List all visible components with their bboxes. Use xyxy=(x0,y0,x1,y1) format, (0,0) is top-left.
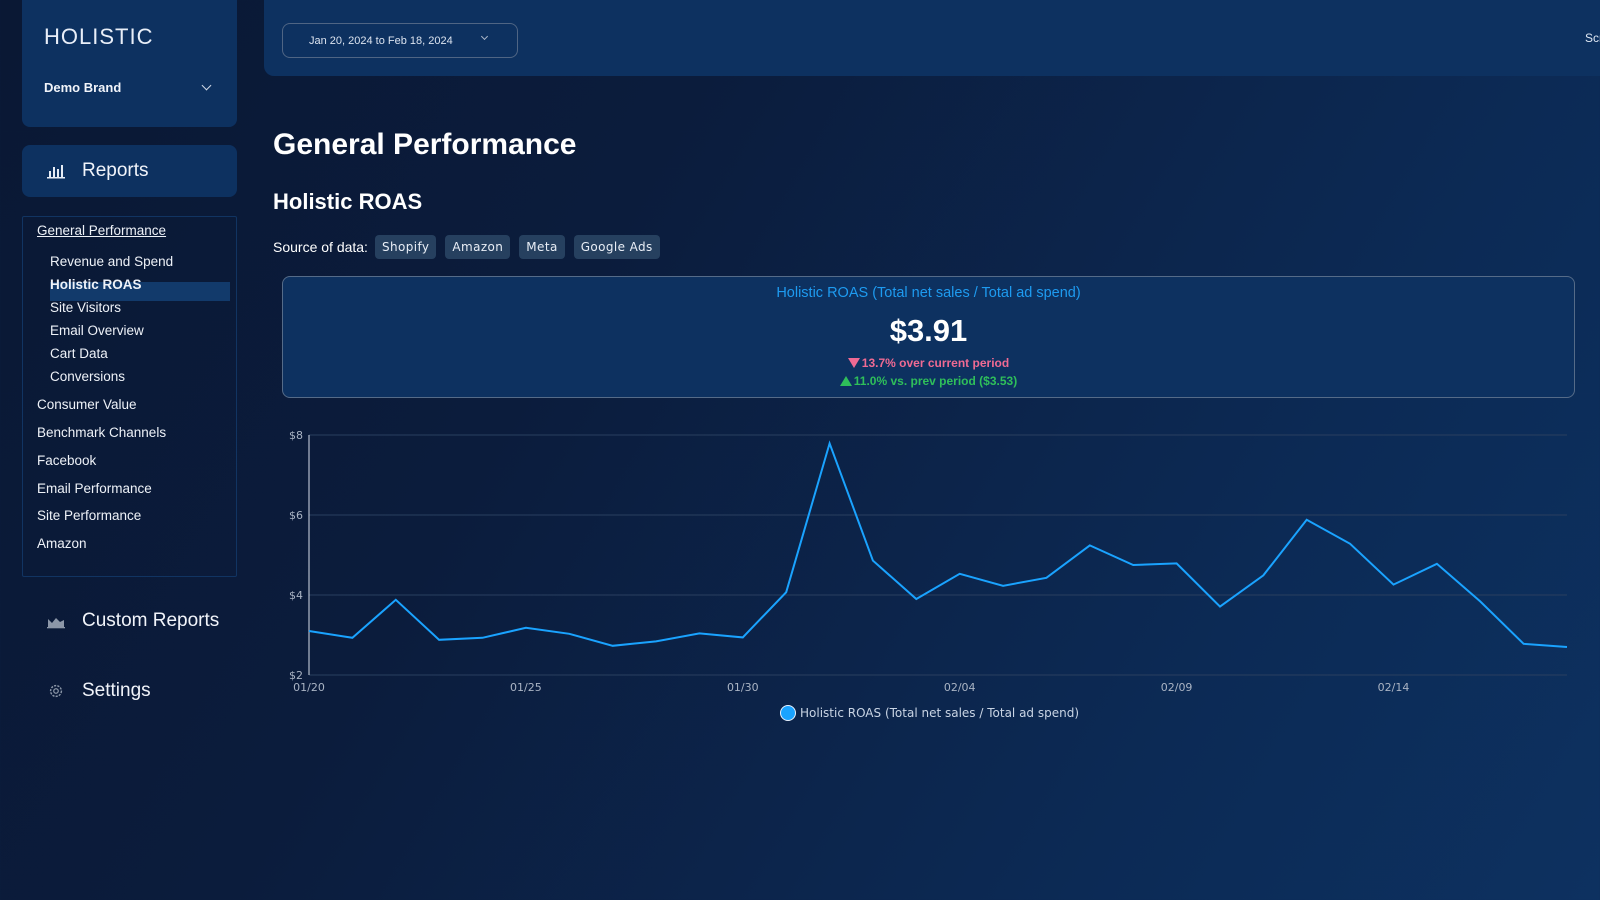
kpi-title: Holistic ROAS (Total net sales / Total a… xyxy=(776,285,1081,301)
y-tick-label: $6 xyxy=(289,509,303,522)
data-point xyxy=(1304,517,1310,523)
reports-subnav: General Performance Revenue and Spend Ho… xyxy=(22,216,237,577)
data-point xyxy=(480,635,486,641)
data-point xyxy=(349,635,355,641)
date-range-picker[interactable]: Jan 20, 2024 to Feb 18, 2024 xyxy=(282,23,518,58)
kpi-delta-current: 13.7% over current period xyxy=(283,356,1574,370)
subnav-site-performance[interactable]: Site Performance xyxy=(37,508,141,523)
date-range-label: Jan 20, 2024 to Feb 18, 2024 xyxy=(309,34,453,47)
data-point xyxy=(870,558,876,564)
brand-selector[interactable]: Demo Brand xyxy=(44,76,214,98)
subnav-email-performance[interactable]: Email Performance xyxy=(37,481,152,496)
data-point xyxy=(306,628,312,634)
data-point xyxy=(913,596,919,602)
x-tick-label: 01/30 xyxy=(727,681,759,694)
roas-line-chart: $2 $4 $6 $8 01/20 01/25 01/30 02/04 02/09 02/14 xyxy=(289,429,1570,694)
data-point xyxy=(1260,572,1266,578)
subnav-site-visitors[interactable]: Site Visitors xyxy=(50,300,121,315)
brand-logo: HOLISTIC xyxy=(44,24,154,49)
subnav-consumer-value[interactable]: Consumer Value xyxy=(37,397,137,412)
source-chip-shopify[interactable]: Shopify xyxy=(374,235,437,259)
subnav-benchmark-channels[interactable]: Benchmark Channels xyxy=(37,425,166,440)
triangle-up-icon xyxy=(839,376,852,386)
chevron-down-icon xyxy=(480,32,489,41)
data-point xyxy=(1434,561,1440,567)
top-header: Jan 20, 2024 to Feb 18, 2024 Scr xyxy=(264,0,1600,76)
subnav-holistic-roas[interactable]: Holistic ROAS xyxy=(50,277,142,292)
data-point xyxy=(1521,641,1527,647)
data-point xyxy=(393,597,399,603)
sidebar-item-settings[interactable]: Settings xyxy=(22,676,237,706)
gear-icon xyxy=(49,684,63,698)
legend-marker-icon xyxy=(780,705,796,721)
header-truncated-text: Scr xyxy=(1585,31,1600,45)
kpi-card: Holistic ROAS (Total net sales / Total a… xyxy=(282,276,1575,398)
data-point xyxy=(1217,604,1223,610)
x-tick-label: 02/04 xyxy=(944,681,976,694)
data-point xyxy=(1564,644,1570,650)
subnav-conversions[interactable]: Conversions xyxy=(50,369,125,384)
data-point xyxy=(1347,541,1353,547)
data-point xyxy=(696,630,702,636)
x-tick-label: 02/14 xyxy=(1378,681,1410,694)
sidebar-item-reports[interactable]: Reports xyxy=(22,145,237,197)
data-point xyxy=(610,643,616,649)
source-chip-meta[interactable]: Meta xyxy=(519,235,565,259)
kpi-delta-current-text: 13.7% over current period xyxy=(861,356,1010,370)
data-point xyxy=(653,638,659,644)
triangle-down-icon xyxy=(847,358,860,368)
series-line xyxy=(308,440,1568,648)
chevron-down-icon xyxy=(201,80,212,90)
page-title: General Performance xyxy=(273,128,577,161)
subnav-cart-data[interactable]: Cart Data xyxy=(50,346,108,361)
y-tick-label: $8 xyxy=(289,429,303,442)
kpi-value: $3.91 xyxy=(889,313,968,348)
data-point xyxy=(740,634,746,640)
subnav-revenue-and-spend[interactable]: Revenue and Spend xyxy=(50,254,173,269)
chart-legend-item[interactable]: Holistic ROAS (Total net sales / Total a… xyxy=(780,705,1079,721)
brand-selector-label: Demo Brand xyxy=(44,79,122,95)
subnav-email-overview[interactable]: Email Overview xyxy=(50,323,144,338)
subnav-facebook[interactable]: Facebook xyxy=(37,453,96,468)
brand-card: HOLISTIC Demo Brand xyxy=(22,0,237,127)
sidebar-item-custom-reports-label: Custom Reports xyxy=(82,610,220,631)
sidebar-item-settings-label: Settings xyxy=(82,680,151,701)
data-point xyxy=(1174,560,1180,566)
data-point xyxy=(566,631,572,637)
source-of-data-row: Source of data: Shopify Amazon Meta Goog… xyxy=(273,235,660,259)
data-point xyxy=(827,440,833,446)
source-chip-amazon[interactable]: Amazon xyxy=(445,235,511,259)
source-of-data-label: Source of data: xyxy=(273,239,368,255)
data-point xyxy=(1130,562,1136,568)
bar-chart-icon xyxy=(47,165,65,179)
data-point xyxy=(1043,575,1049,581)
x-tick-label: 01/20 xyxy=(293,681,325,694)
data-point xyxy=(1390,582,1396,588)
sidebar-item-reports-label: Reports xyxy=(82,160,149,181)
data-point xyxy=(523,625,529,631)
y-tick-label: $4 xyxy=(289,589,303,602)
data-point xyxy=(957,571,963,577)
area-chart-icon xyxy=(47,618,65,629)
source-chip-google-ads[interactable]: Google Ads xyxy=(573,235,660,259)
sidebar-item-custom-reports[interactable]: Custom Reports xyxy=(22,606,237,636)
x-tick-label: 02/09 xyxy=(1161,681,1193,694)
kpi-delta-prev-text: 11.0% vs. prev period ($3.53) xyxy=(853,374,1018,388)
kpi-delta-prev: 11.0% vs. prev period ($3.53) xyxy=(283,374,1574,388)
data-point xyxy=(1477,598,1483,604)
y-tick-label: $2 xyxy=(289,669,303,682)
data-point xyxy=(783,589,789,595)
legend-label: Holistic ROAS (Total net sales / Total a… xyxy=(800,706,1080,720)
data-point xyxy=(436,637,442,643)
x-tick-label: 01/25 xyxy=(510,681,542,694)
subnav-amazon[interactable]: Amazon xyxy=(37,536,87,551)
section-title: Holistic ROAS xyxy=(273,189,423,214)
data-point xyxy=(1000,583,1006,589)
subnav-general-performance[interactable]: General Performance xyxy=(37,223,166,238)
data-point xyxy=(1087,542,1093,548)
